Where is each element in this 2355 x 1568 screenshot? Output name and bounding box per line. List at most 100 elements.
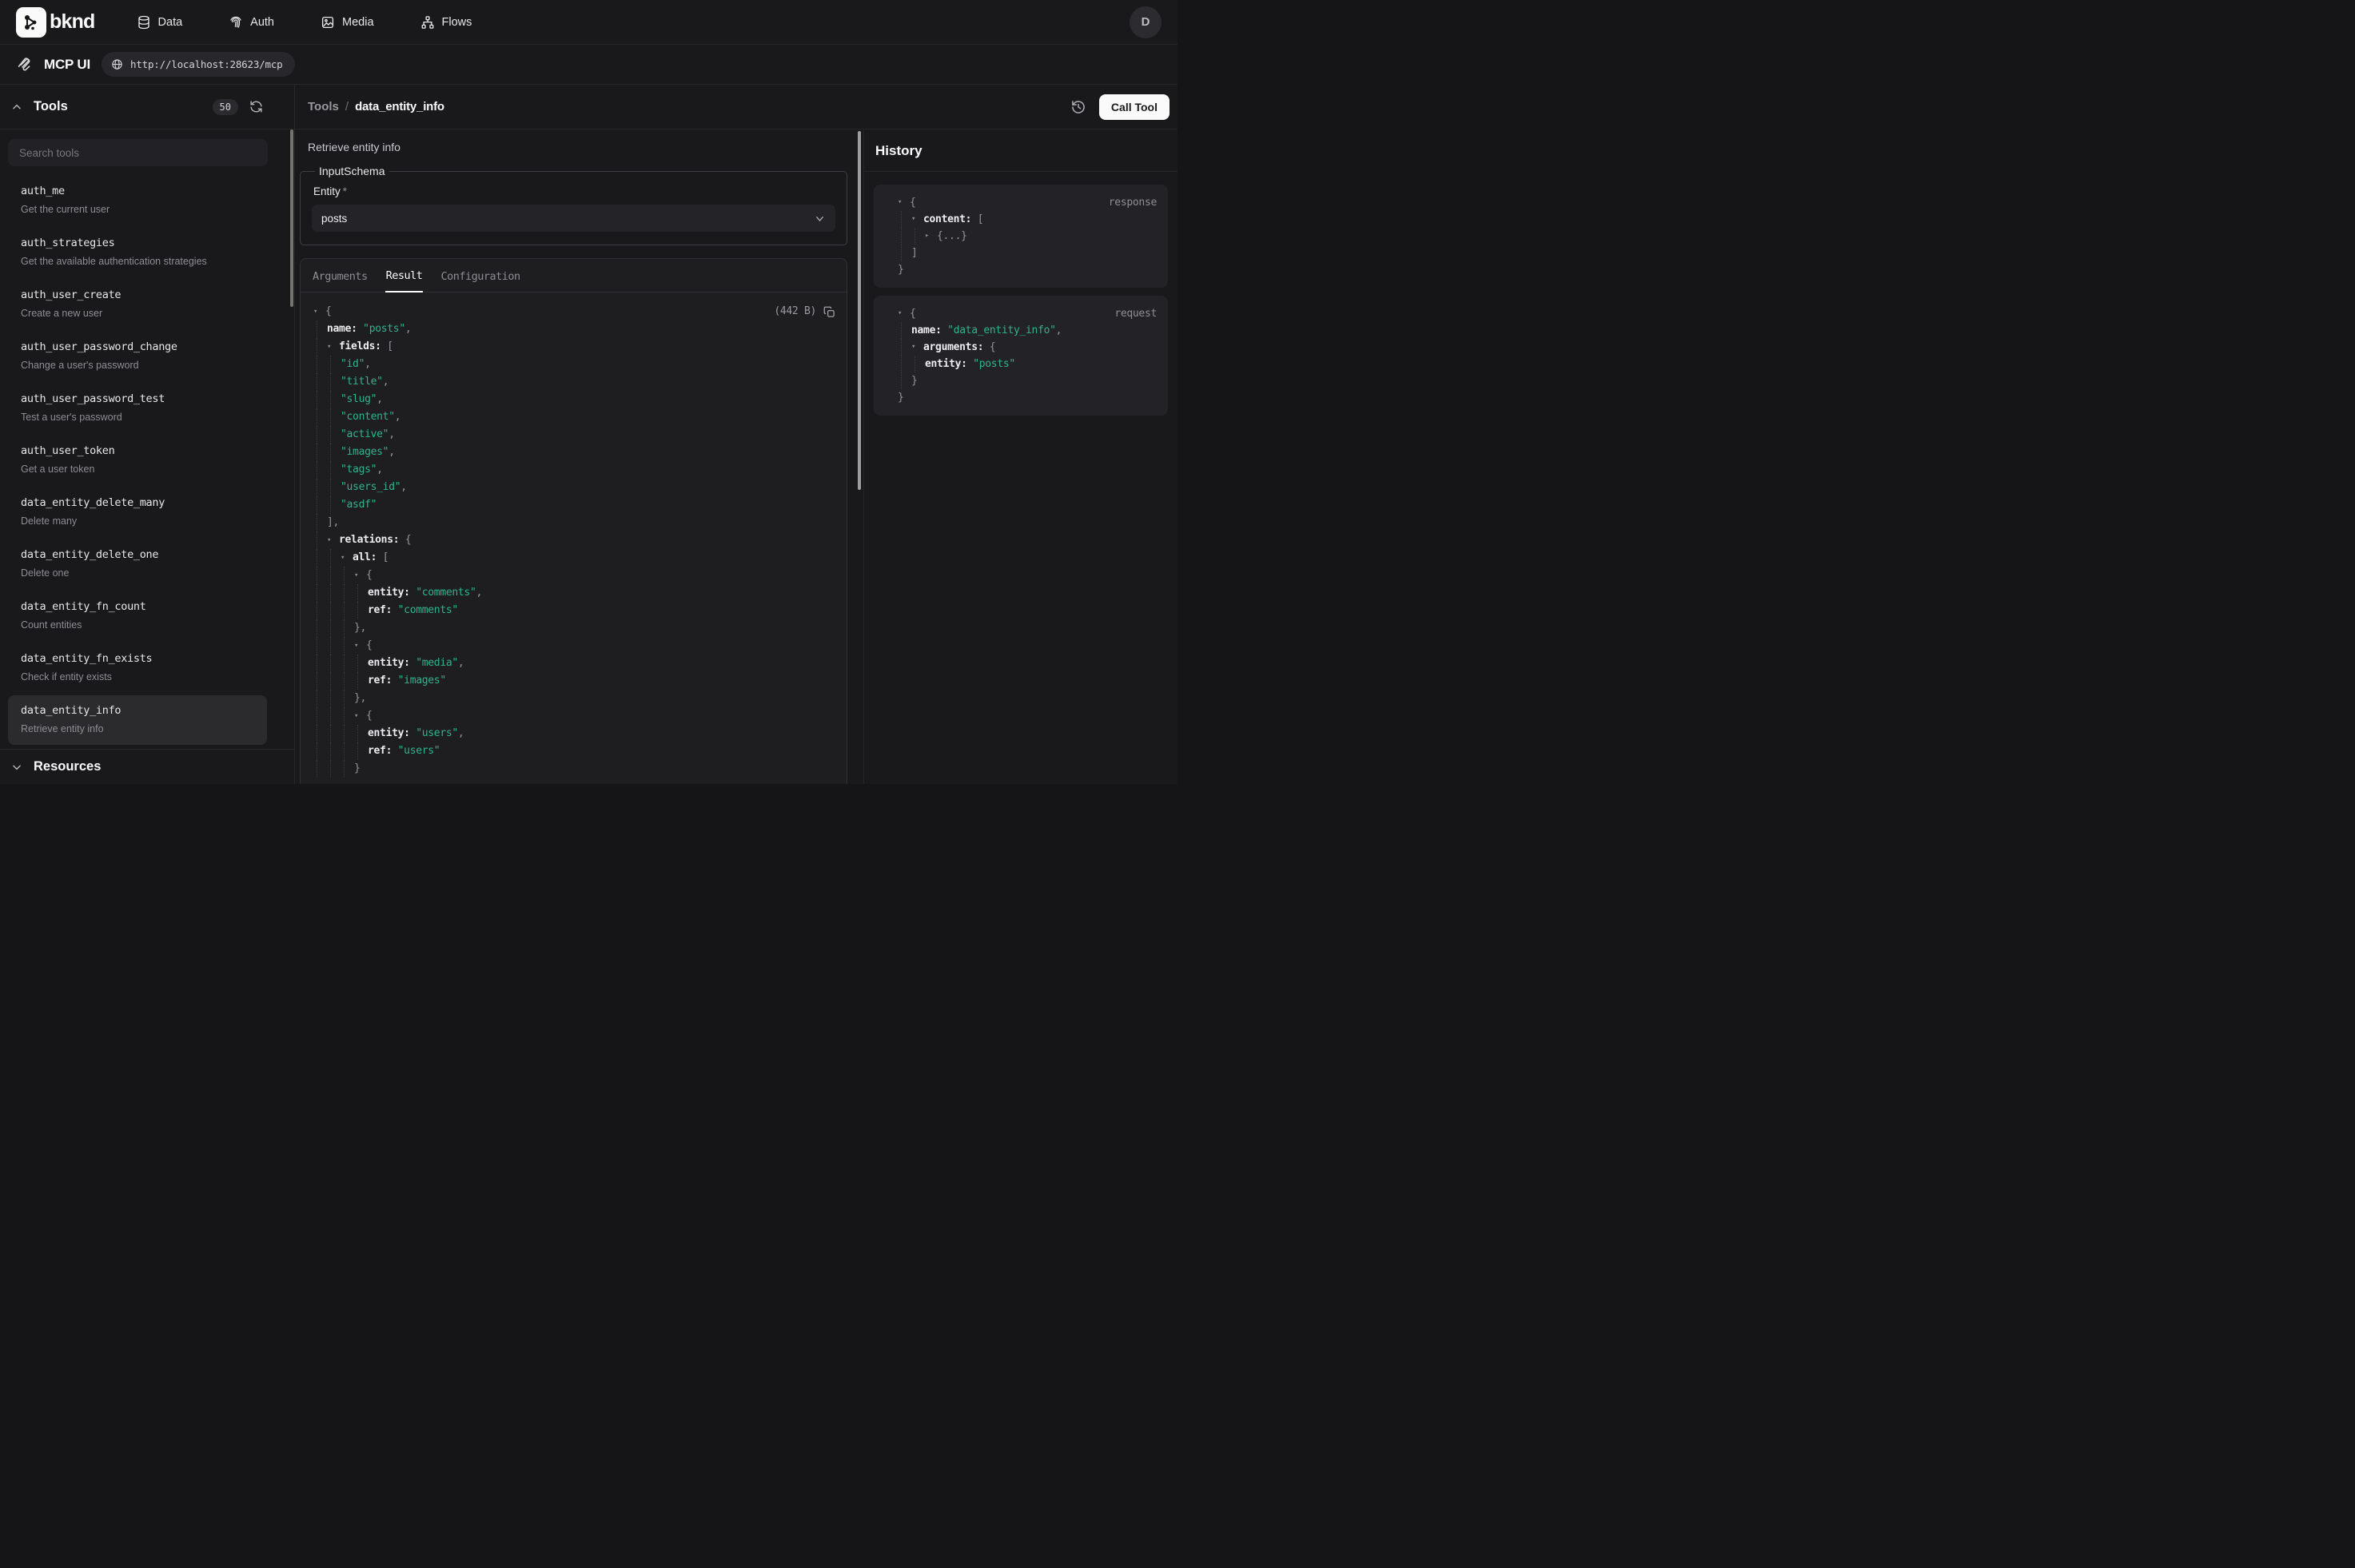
- json-row: ref: "comments": [301, 602, 835, 619]
- tree-collapse-icon[interactable]: ▾: [911, 339, 923, 356]
- tree-expand-icon[interactable]: ▸: [925, 228, 937, 245]
- tree-collapse-icon[interactable]: ▾: [911, 211, 923, 228]
- json-row: entity: "posts": [885, 356, 1157, 372]
- json-row: entity: "comments",: [301, 584, 835, 602]
- call-tool-button[interactable]: Call Tool: [1099, 94, 1170, 120]
- tree-collapse-icon[interactable]: ▾: [354, 637, 366, 655]
- entity-field-label: Entity*: [313, 185, 835, 197]
- history-entry-label: response: [1109, 194, 1157, 211]
- json-row: entity: "media",: [301, 655, 835, 672]
- chevron-up-icon[interactable]: [11, 101, 22, 113]
- top-nav: bknd Data Auth Media Flows D: [0, 0, 1178, 45]
- tool-desc: Delete many: [21, 515, 254, 527]
- tab-result[interactable]: Result: [385, 260, 424, 293]
- tool-description: Retrieve entity info: [308, 141, 847, 153]
- tabs: Arguments Result Configuration: [301, 259, 847, 293]
- search-input[interactable]: [8, 139, 268, 166]
- tool-list-item[interactable]: data_entity_fn_countCount entities: [8, 591, 267, 641]
- tree-collapse-icon[interactable]: ▾: [354, 707, 366, 725]
- tool-desc: Get the available authentication strateg…: [21, 256, 254, 268]
- chevron-down-icon[interactable]: [11, 762, 22, 773]
- json-row: ▾arguments: {: [885, 339, 1157, 356]
- tool-list-item[interactable]: data_entity_fn_exists Check if entity exi…: [8, 643, 267, 693]
- tools-title: Tools: [34, 99, 68, 114]
- nav-item-label: Media: [342, 16, 374, 29]
- tool-list-item[interactable]: auth_user_createCreate a new user: [8, 280, 267, 329]
- bknd-logo[interactable]: bknd: [16, 7, 95, 38]
- history-title: History: [875, 143, 922, 159]
- page-title: MCP UI: [44, 57, 90, 73]
- main-scrollbar[interactable]: [858, 131, 861, 490]
- nav-item-media[interactable]: Media: [321, 15, 374, 30]
- tool-list-item[interactable]: auth_meGet the current user: [8, 176, 267, 225]
- json-row: ref: "images": [301, 672, 835, 690]
- tool-name: auth_user_password_change: [21, 340, 254, 354]
- tool-name: data_entity_info: [21, 704, 254, 718]
- history-entries: ▾{response▾content: [▸{...}]}▾{requestna…: [864, 172, 1178, 420]
- nav-item-label: Data: [158, 16, 183, 29]
- json-row: "tags",: [301, 461, 835, 479]
- tool-list-item[interactable]: auth_user_password_changeChange a user's…: [8, 332, 267, 381]
- database-icon: [137, 15, 151, 30]
- mcp-url-pill[interactable]: http://localhost:28623/mcp: [102, 52, 295, 77]
- tab-arguments[interactable]: Arguments: [312, 261, 369, 292]
- json-row: "title",: [301, 373, 835, 391]
- json-row: ▾content: [: [885, 211, 1157, 228]
- nav-item-data[interactable]: Data: [137, 15, 183, 30]
- json-row: "users_id",: [301, 479, 835, 496]
- json-row: name: "data_entity_info",: [885, 322, 1157, 339]
- resources-section-header[interactable]: Resources: [0, 749, 294, 784]
- nav-item-auth[interactable]: Auth: [229, 15, 274, 30]
- breadcrumb-current: data_entity_info: [355, 100, 444, 113]
- breadcrumb-root[interactable]: Tools: [308, 100, 339, 113]
- tool-desc: Check if entity exists: [21, 671, 254, 683]
- sidebar-scrollbar[interactable]: [290, 129, 293, 307]
- tool-list-item[interactable]: data_entity_delete_oneDelete one: [8, 539, 267, 589]
- input-schema-fieldset: InputSchema Entity* posts: [300, 165, 847, 245]
- json-row: ▾{: [301, 637, 835, 655]
- json-row: ▾all: [: [301, 549, 835, 567]
- tool-name: auth_user_token: [21, 444, 254, 458]
- tool-list-item[interactable]: data_entity_infoRetrieve entity info: [8, 695, 267, 745]
- json-row: ▾{: [301, 567, 835, 584]
- json-row: ▾relations: {: [301, 531, 835, 549]
- json-row: }: [885, 389, 1157, 406]
- refresh-icon[interactable]: [249, 100, 263, 113]
- tree-collapse-icon[interactable]: ▾: [327, 338, 339, 356]
- json-row: "id",: [301, 356, 835, 373]
- tree-collapse-icon[interactable]: ▾: [313, 303, 325, 320]
- tool-list-item[interactable]: data_entity_delete_manyDelete many: [8, 488, 267, 537]
- json-row: ref: "users": [301, 742, 835, 760]
- bknd-logo-icon: [16, 7, 46, 38]
- tree-collapse-icon[interactable]: ▾: [341, 549, 353, 567]
- breadcrumb: Tools / data_entity_info: [308, 100, 444, 113]
- entity-select[interactable]: posts: [312, 205, 835, 232]
- tools-section-header[interactable]: Tools 50: [0, 85, 294, 129]
- tool-detail-panel: Retrieve entity info InputSchema Entity*…: [295, 129, 863, 784]
- copy-icon[interactable]: [823, 306, 835, 318]
- result-json-tree: ▾{(442 B)name: "posts",▾fields: ["id","t…: [301, 293, 847, 778]
- history-entry[interactable]: ▾{response▾content: [▸{...}]}: [874, 185, 1168, 288]
- tab-configuration[interactable]: Configuration: [440, 261, 520, 292]
- tool-list-item[interactable]: auth_strategiesGet the available authent…: [8, 228, 267, 277]
- tool-name: data_entity_fn_exists: [21, 652, 254, 666]
- tree-collapse-icon[interactable]: ▾: [898, 194, 910, 211]
- mcp-logo-icon: [16, 56, 33, 73]
- globe-icon: [111, 58, 123, 70]
- tool-list-item[interactable]: auth_user_tokenGet a user token: [8, 436, 267, 485]
- tool-name: data_entity_delete_one: [21, 548, 254, 562]
- mcp-url: http://localhost:28623/mcp: [130, 58, 282, 70]
- tool-list-item[interactable]: auth_user_password_testTest a user's pas…: [8, 384, 267, 433]
- input-schema-legend: InputSchema: [315, 165, 389, 177]
- json-row: ▾{response: [885, 194, 1157, 211]
- history-entry-label: request: [1114, 305, 1157, 322]
- history-icon[interactable]: [1070, 99, 1086, 115]
- nav-item-flows[interactable]: Flows: [420, 15, 472, 30]
- tree-collapse-icon[interactable]: ▾: [354, 567, 366, 584]
- history-entry[interactable]: ▾{requestname: "data_entity_info",▾argum…: [874, 296, 1168, 416]
- avatar[interactable]: D: [1130, 6, 1162, 38]
- json-row: "content",: [301, 408, 835, 426]
- tree-collapse-icon[interactable]: ▾: [327, 531, 339, 549]
- tree-collapse-icon[interactable]: ▾: [898, 305, 910, 322]
- json-row: "active",: [301, 426, 835, 444]
